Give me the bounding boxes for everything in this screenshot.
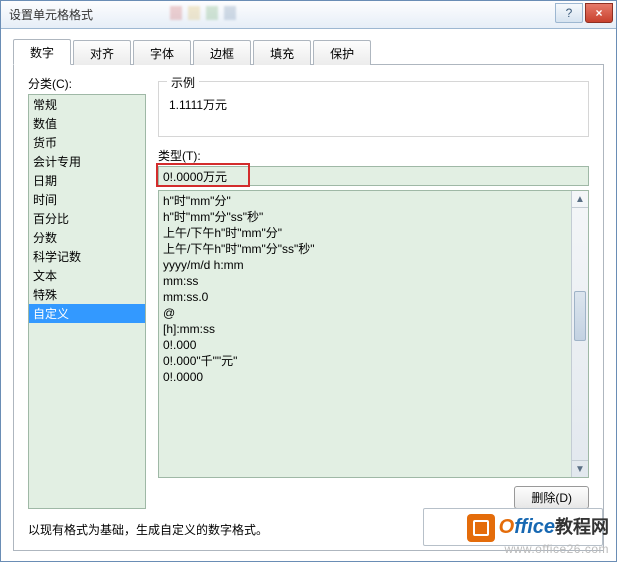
format-item[interactable]: yyyy/m/d h:mm bbox=[163, 257, 584, 273]
scroll-up-icon[interactable]: ▲ bbox=[572, 191, 588, 208]
format-item[interactable]: mm:ss.0 bbox=[163, 289, 584, 305]
scroll-thumb[interactable] bbox=[574, 291, 586, 341]
category-item[interactable]: 科学记数 bbox=[29, 247, 145, 266]
tab-fill[interactable]: 填充 bbox=[253, 40, 311, 65]
format-item[interactable]: 上午/下午h"时"mm"分"ss"秒" bbox=[163, 241, 584, 257]
category-item[interactable]: 时间 bbox=[29, 190, 145, 209]
type-input[interactable] bbox=[158, 166, 589, 186]
watermark-url: www.office26.com bbox=[467, 542, 609, 556]
category-item[interactable]: 常规 bbox=[29, 95, 145, 114]
category-item[interactable]: 文本 bbox=[29, 266, 145, 285]
window-title: 设置单元格格式 bbox=[9, 6, 93, 23]
watermark: Office教程网 www.office26.com bbox=[467, 513, 609, 556]
category-item[interactable]: 特殊 bbox=[29, 285, 145, 304]
format-item[interactable]: 0!.000 bbox=[163, 337, 584, 353]
category-label: 分类(C): bbox=[28, 75, 146, 92]
category-item[interactable]: 分数 bbox=[29, 228, 145, 247]
category-item[interactable]: 日期 bbox=[29, 171, 145, 190]
format-item[interactable]: h"时"mm"分" bbox=[163, 193, 584, 209]
tab-border[interactable]: 边框 bbox=[193, 40, 251, 65]
close-button[interactable]: × bbox=[585, 3, 613, 23]
watermark-brand: Office教程网 bbox=[467, 513, 609, 542]
tab-protection[interactable]: 保护 bbox=[313, 40, 371, 65]
office-logo-icon bbox=[467, 514, 495, 542]
background-ghost-icons bbox=[170, 6, 236, 20]
type-input-wrap bbox=[158, 166, 589, 186]
category-item[interactable]: 数值 bbox=[29, 114, 145, 133]
example-title: 示例 bbox=[167, 74, 199, 91]
dialog-window: 设置单元格格式 ? × 数字 对齐 字体 边框 填充 保护 分类(C): 常规数… bbox=[0, 0, 617, 562]
format-item[interactable]: 0!.0000 bbox=[163, 369, 584, 385]
example-value: 1.1111万元 bbox=[169, 96, 578, 113]
tab-alignment[interactable]: 对齐 bbox=[73, 40, 131, 65]
window-controls: ? × bbox=[555, 7, 616, 23]
category-column: 分类(C): 常规数值货币会计专用日期时间百分比分数科学记数文本特殊自定义 bbox=[28, 75, 146, 509]
format-item[interactable]: mm:ss bbox=[163, 273, 584, 289]
tab-strip: 数字 对齐 字体 边框 填充 保护 bbox=[13, 39, 604, 65]
scrollbar[interactable]: ▲ ▼ bbox=[571, 191, 588, 477]
scroll-down-icon[interactable]: ▼ bbox=[572, 460, 588, 477]
detail-column: 示例 1.1111万元 类型(T): h"时"mm"分"h"时"mm"分"ss"… bbox=[158, 75, 589, 509]
client-area: 数字 对齐 字体 边框 填充 保护 分类(C): 常规数值货币会计专用日期时间百… bbox=[1, 29, 616, 561]
format-item[interactable]: [h]:mm:ss bbox=[163, 321, 584, 337]
format-item[interactable]: 0!.000"千""元" bbox=[163, 353, 584, 369]
help-button[interactable]: ? bbox=[555, 3, 583, 23]
category-list[interactable]: 常规数值货币会计专用日期时间百分比分数科学记数文本特殊自定义 bbox=[28, 94, 146, 509]
tab-panel: 分类(C): 常规数值货币会计专用日期时间百分比分数科学记数文本特殊自定义 示例… bbox=[13, 65, 604, 551]
format-item[interactable]: h"时"mm"分"ss"秒" bbox=[163, 209, 584, 225]
example-group: 示例 1.1111万元 bbox=[158, 81, 589, 137]
category-item[interactable]: 自定义 bbox=[29, 304, 145, 323]
tab-font[interactable]: 字体 bbox=[133, 40, 191, 65]
category-item[interactable]: 百分比 bbox=[29, 209, 145, 228]
tab-number[interactable]: 数字 bbox=[13, 39, 71, 65]
format-item[interactable]: @ bbox=[163, 305, 584, 321]
format-item[interactable]: 上午/下午h"时"mm"分" bbox=[163, 225, 584, 241]
category-item[interactable]: 会计专用 bbox=[29, 152, 145, 171]
format-list[interactable]: h"时"mm"分"h"时"mm"分"ss"秒"上午/下午h"时"mm"分"上午/… bbox=[158, 190, 589, 478]
type-label: 类型(T): bbox=[158, 147, 589, 164]
titlebar: 设置单元格格式 ? × bbox=[1, 1, 616, 29]
delete-button[interactable]: 删除(D) bbox=[514, 486, 589, 509]
delete-row: 删除(D) bbox=[158, 486, 589, 509]
category-item[interactable]: 货币 bbox=[29, 133, 145, 152]
panel-body: 分类(C): 常规数值货币会计专用日期时间百分比分数科学记数文本特殊自定义 示例… bbox=[28, 75, 589, 509]
